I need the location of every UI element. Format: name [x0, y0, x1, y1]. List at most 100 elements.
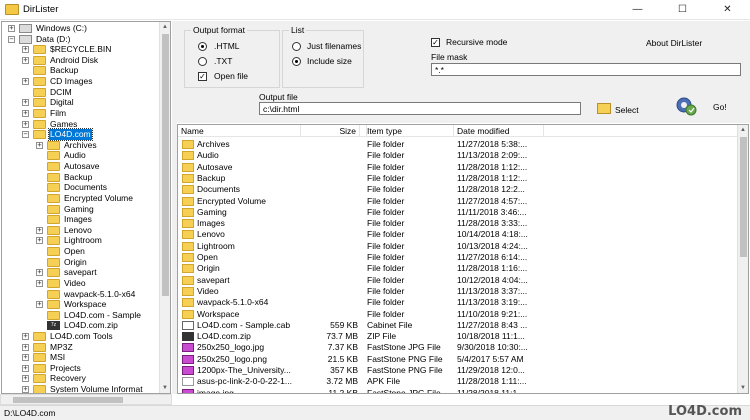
- expand-icon[interactable]: +: [36, 301, 43, 309]
- file-row[interactable]: Audio File folder 11/13/2018 2:09:...: [178, 150, 738, 161]
- expand-icon[interactable]: +: [22, 354, 29, 362]
- expand-icon[interactable]: +: [22, 375, 29, 383]
- file-row[interactable]: Open File folder 11/27/2018 6:14:...: [178, 252, 738, 263]
- tree-item[interactable]: + Android Disk: [2, 55, 160, 66]
- expand-icon[interactable]: +: [36, 237, 43, 245]
- tree-item[interactable]: Autosave: [2, 161, 160, 172]
- tree-item[interactable]: Backup: [2, 65, 160, 76]
- file-row[interactable]: Backup File folder 11/28/2018 1:12:...: [178, 173, 738, 184]
- file-row[interactable]: Origin File folder 11/28/2018 1:16:...: [178, 263, 738, 274]
- file-row[interactable]: asus-pc-link-2-0-0-22-1... 3.72 MB APK Fil…: [178, 376, 738, 387]
- tree-item[interactable]: + Video: [2, 278, 160, 289]
- tree-item[interactable]: − LO4D.com: [2, 128, 160, 142]
- file-row[interactable]: Documents File folder 11/28/2018 12:2...: [178, 184, 738, 195]
- file-row[interactable]: LO4D.com.zip 73.7 MB ZIP File 10/18/2018 11…: [178, 331, 738, 342]
- output-file-input[interactable]: c:\dir.html: [259, 102, 581, 115]
- tree-item[interactable]: LO4D.com - Sample: [2, 310, 160, 321]
- file-row[interactable]: Encrypted Volume File folder 11/27/2018 4:…: [178, 196, 738, 207]
- expand-icon[interactable]: +: [22, 109, 29, 117]
- tree-item[interactable]: + MSI: [2, 352, 160, 363]
- tree-item[interactable]: + Archives: [2, 140, 160, 151]
- tree-vertical-scrollbar[interactable]: ▲ ▼: [159, 22, 170, 393]
- file-row[interactable]: image.jpg 11.2 KB FastStone JPG File 11/28/…: [178, 388, 738, 393]
- tree-item[interactable]: − Data (D:): [2, 34, 160, 45]
- expand-icon[interactable]: +: [22, 386, 29, 393]
- tree-item[interactable]: + MP3Z: [2, 342, 160, 353]
- expand-icon[interactable]: +: [22, 56, 29, 64]
- expand-icon[interactable]: +: [22, 99, 29, 107]
- expand-icon[interactable]: +: [22, 343, 29, 351]
- tree-item[interactable]: + CD Images: [2, 76, 160, 87]
- tree-item[interactable]: + Lightroom: [2, 235, 160, 246]
- minimize-button[interactable]: —: [615, 0, 660, 20]
- html-radio[interactable]: [198, 42, 207, 51]
- file-row[interactable]: Images File folder 11/28/2018 3:33:...: [178, 218, 738, 229]
- tree-horizontal-scrollbar[interactable]: [0, 394, 172, 405]
- scroll-down-arrow[interactable]: ▼: [160, 383, 170, 393]
- tree-item[interactable]: Origin: [2, 257, 160, 268]
- expand-icon[interactable]: +: [22, 332, 29, 340]
- scroll-thumb[interactable]: [162, 34, 169, 296]
- recursive-checkbox[interactable]: ✓: [431, 38, 440, 47]
- file-row[interactable]: Autosave File folder 11/28/2018 1:12:...: [178, 162, 738, 173]
- file-row[interactable]: Gaming File folder 11/11/2018 3:46:...: [178, 207, 738, 218]
- scroll-up-arrow[interactable]: ▲: [738, 125, 748, 135]
- column-item-type[interactable]: Item type: [364, 125, 454, 137]
- file-row[interactable]: Video File folder 11/13/2018 3:37:...: [178, 286, 738, 297]
- txt-radio[interactable]: [198, 57, 207, 66]
- tree-item[interactable]: wavpack-5.1.0-x64: [2, 289, 160, 300]
- collapse-icon[interactable]: −: [22, 131, 29, 139]
- file-row[interactable]: LO4D.com - Sample.cab 559 KB Cabinet File 1…: [178, 320, 738, 331]
- list-vertical-scrollbar[interactable]: ▲ ▼: [737, 125, 748, 393]
- tree-item[interactable]: + Workspace: [2, 299, 160, 310]
- tree-item[interactable]: Documents: [2, 182, 160, 193]
- tree-item[interactable]: + savepart: [2, 267, 160, 278]
- scroll-thumb[interactable]: [740, 137, 747, 257]
- gears-icon[interactable]: [674, 95, 698, 117]
- tree-item[interactable]: Gaming: [2, 204, 160, 215]
- scroll-down-arrow[interactable]: ▼: [738, 383, 748, 393]
- collapse-icon[interactable]: −: [8, 35, 15, 43]
- tree-item[interactable]: + Recovery: [2, 373, 160, 384]
- tree-item[interactable]: 7z LO4D.com.zip: [2, 320, 160, 331]
- expand-icon[interactable]: +: [22, 120, 29, 128]
- tree-item[interactable]: Images: [2, 214, 160, 225]
- expand-icon[interactable]: +: [8, 25, 15, 32]
- file-row[interactable]: savepart File folder 10/12/2018 4:04:...: [178, 275, 738, 286]
- tree-item[interactable]: Audio: [2, 150, 160, 161]
- close-button[interactable]: ✕: [705, 0, 750, 20]
- file-row[interactable]: 250x250_logo.png 21.5 KB FastStone PNG Fil…: [178, 354, 738, 365]
- tree-item[interactable]: + LO4D.com Tools: [2, 331, 160, 342]
- scroll-up-arrow[interactable]: ▲: [160, 22, 170, 32]
- file-row[interactable]: Lightroom File folder 10/13/2018 4:24:...: [178, 241, 738, 252]
- include-size-radio[interactable]: [292, 57, 301, 66]
- expand-icon[interactable]: +: [22, 364, 29, 372]
- tree-item[interactable]: DCIM: [2, 87, 160, 98]
- go-button[interactable]: Go!: [713, 102, 727, 112]
- select-button[interactable]: Select: [615, 105, 639, 115]
- file-row[interactable]: Lenovo File folder 10/14/2018 4:18:...: [178, 229, 738, 240]
- tree-item[interactable]: Encrypted Volume: [2, 193, 160, 204]
- tree-item[interactable]: + $RECYCLE.BIN: [2, 44, 160, 55]
- file-mask-input[interactable]: *.*: [431, 63, 741, 76]
- expand-icon[interactable]: +: [36, 226, 43, 234]
- expand-icon[interactable]: +: [22, 46, 29, 54]
- tree-item[interactable]: + Windows (C:): [2, 23, 160, 34]
- file-row[interactable]: Archives File folder 11/27/2018 5:38:...: [178, 139, 738, 150]
- file-row[interactable]: wavpack-5.1.0-x64 File folder 11/13/2018 3…: [178, 297, 738, 308]
- tree-item[interactable]: Backup: [2, 172, 160, 183]
- tree-item[interactable]: + Projects: [2, 363, 160, 374]
- tree-item[interactable]: + System Volume Informat: [2, 384, 160, 393]
- maximize-button[interactable]: ☐: [660, 0, 705, 20]
- tree-item[interactable]: + Film: [2, 108, 160, 119]
- open-file-checkbox[interactable]: ✓: [198, 72, 207, 81]
- tree-item[interactable]: + Digital: [2, 97, 160, 108]
- expand-icon[interactable]: +: [36, 279, 43, 287]
- file-row[interactable]: 250x250_logo.jpg 7.37 KB FastStone JPG Fil…: [178, 342, 738, 353]
- tree-item[interactable]: Open: [2, 246, 160, 257]
- expand-icon[interactable]: +: [22, 78, 29, 86]
- folder-tree[interactable]: + Windows (C:) − Data (D:) + $RECYCLE.BIN + And…: [1, 21, 171, 394]
- about-button[interactable]: About DirLister: [646, 38, 702, 48]
- file-row[interactable]: 1200px-The_University... 357 KB FastStone …: [178, 365, 738, 376]
- tree-item[interactable]: + Lenovo: [2, 225, 160, 236]
